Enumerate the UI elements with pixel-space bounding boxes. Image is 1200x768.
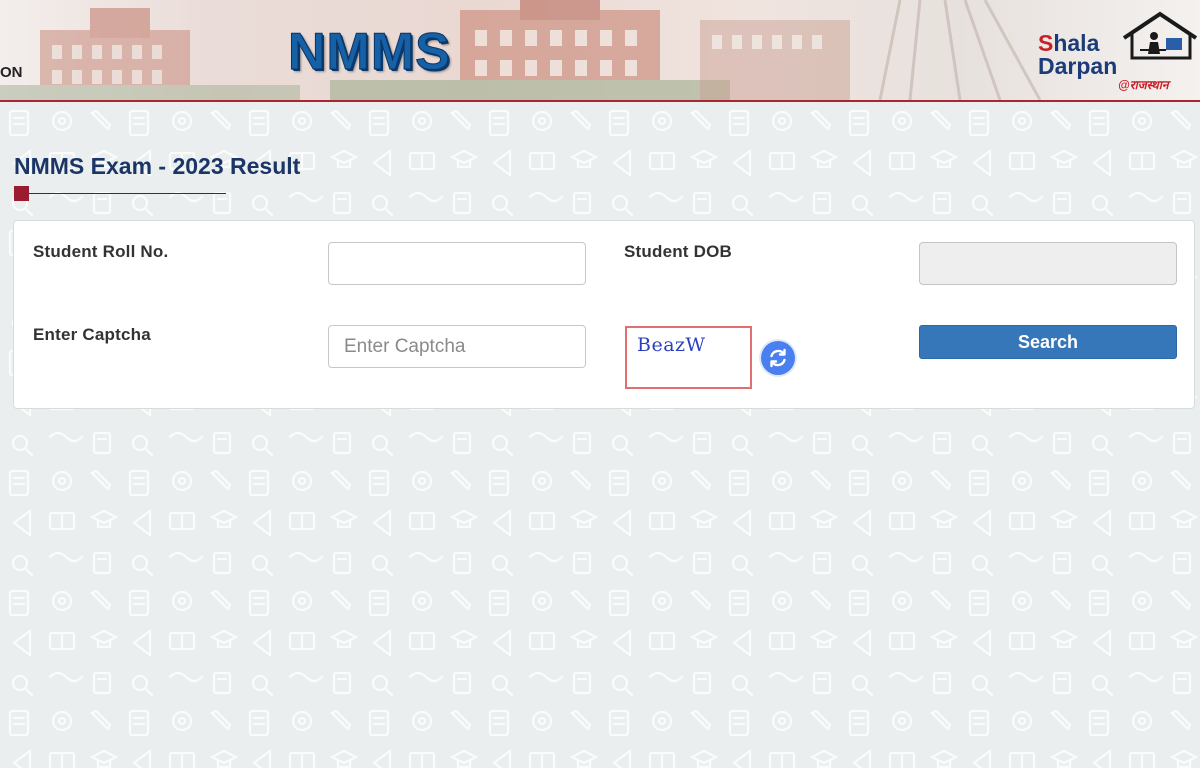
header-banner: ON NMMS Shala Darpan @राजस्थान [0, 0, 1200, 100]
captcha-input[interactable] [328, 325, 586, 368]
shala-logo-line1: Shala [1038, 30, 1100, 56]
shala-darpan-logo[interactable]: Shala Darpan @राजस्थान [1036, 10, 1200, 94]
refresh-captcha-button[interactable] [761, 341, 795, 375]
roll-no-label: Student Roll No. [33, 242, 169, 261]
title-underline [14, 186, 226, 202]
dob-input[interactable] [919, 242, 1177, 285]
search-button[interactable]: Search [919, 325, 1177, 359]
captcha-text: BeazW [637, 334, 706, 356]
shala-logo-tagline: @राजस्थान [1118, 78, 1169, 92]
page-title: NMMS Exam - 2023 Result [14, 153, 301, 179]
nmms-logo: NMMS [288, 23, 451, 81]
department-text: ON [0, 64, 23, 81]
roll-no-input[interactable] [328, 242, 586, 285]
header-divider [0, 100, 1200, 102]
captcha-label: Enter Captcha [33, 325, 151, 344]
campus-photo-strip [0, 0, 1042, 100]
dob-label: Student DOB [624, 242, 732, 261]
refresh-icon [770, 348, 786, 368]
title-accent-square [14, 186, 29, 201]
shala-logo-line2: Darpan [1038, 53, 1118, 79]
house-icon [1122, 11, 1198, 60]
result-search-form: Student Roll No. Student DOB Enter Captc… [13, 220, 1195, 409]
captcha-image: BeazW [625, 326, 752, 389]
title-underline-line [29, 193, 226, 194]
